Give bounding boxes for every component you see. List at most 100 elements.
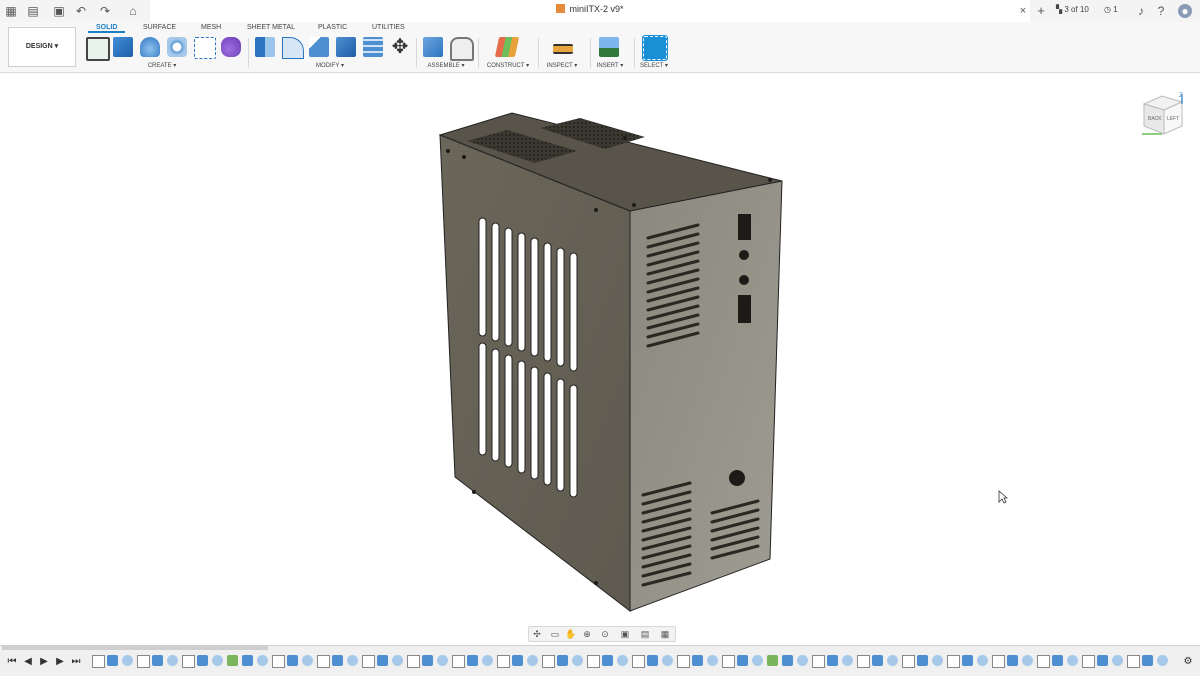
file-icon[interactable]: ▤ — [26, 4, 40, 18]
timeline-feature-icon[interactable] — [887, 655, 898, 666]
timeline-feature-icon[interactable] — [212, 655, 223, 666]
design-mode-button[interactable]: DESIGN ▾ — [8, 27, 76, 67]
go-to-start-icon[interactable]: ⏮ — [6, 656, 18, 668]
timeline-feature-icon[interactable] — [452, 655, 465, 668]
timeline-feature-icon[interactable] — [962, 655, 973, 666]
timeline-feature-icon[interactable] — [872, 655, 883, 666]
timeline-feature-icon[interactable] — [1007, 655, 1018, 666]
shell-icon[interactable] — [336, 37, 356, 57]
tab-sheet-metal[interactable]: SHEET METAL — [247, 24, 295, 31]
modify-group-label[interactable]: MODIFY ▾ — [300, 62, 360, 69]
timeline-feature-icon[interactable] — [287, 655, 298, 666]
timeline-feature-icon[interactable] — [632, 655, 645, 668]
timeline-feature-icon[interactable] — [1097, 655, 1108, 666]
timeline-feature-icon[interactable] — [407, 655, 420, 668]
help-icon[interactable]: ? — [1154, 4, 1168, 18]
timeline-feature-icon[interactable] — [1022, 655, 1033, 666]
timeline-feature-icon[interactable] — [272, 655, 285, 668]
timeline-feature-icon[interactable] — [332, 655, 343, 666]
timeline-feature-icon[interactable] — [902, 655, 915, 668]
timeline-feature-icon[interactable] — [422, 655, 433, 666]
select-group-label[interactable]: SELECT ▾ — [632, 62, 676, 69]
document-tab[interactable]: miniITX-2 v9* × — [150, 0, 1030, 22]
timeline-feature-icon[interactable] — [572, 655, 583, 666]
viewports-icon[interactable]: ▦ — [659, 628, 671, 640]
timeline-feature-icon[interactable] — [692, 655, 703, 666]
construct-group-label[interactable]: CONSTRUCT ▾ — [478, 62, 538, 69]
step-back-icon[interactable]: ◀ — [22, 656, 34, 668]
tab-plastic[interactable]: PLASTIC — [318, 24, 347, 31]
timeline-feature-icon[interactable] — [737, 655, 748, 666]
timeline-feature-icon[interactable] — [1082, 655, 1095, 668]
timeline-feature-icon[interactable] — [587, 655, 600, 668]
timeline-feature-icon[interactable] — [602, 655, 613, 666]
view-cube-icon[interactable]: BACK LEFT Z — [1138, 90, 1186, 138]
timeline-feature-icon[interactable] — [857, 655, 870, 668]
timeline-feature-icon[interactable] — [827, 655, 838, 666]
press-pull-icon[interactable] — [255, 37, 275, 57]
timeline-feature-icon[interactable] — [1067, 655, 1078, 666]
measure-icon[interactable] — [553, 44, 573, 54]
bell-icon[interactable]: ♪ — [1134, 4, 1148, 18]
timeline-feature-icon[interactable] — [947, 655, 960, 668]
redo-icon[interactable]: ↷ — [98, 4, 112, 18]
home-icon[interactable]: ⌂ — [126, 4, 140, 18]
timeline-feature-icon[interactable] — [797, 655, 808, 666]
move-icon[interactable]: ✥ — [390, 37, 410, 57]
avatar-icon[interactable]: ● — [1178, 4, 1192, 18]
chamfer-icon[interactable] — [309, 37, 329, 57]
timeline-feature-icon[interactable] — [467, 655, 478, 666]
timeline-feature-icon[interactable] — [122, 655, 133, 666]
form-icon[interactable] — [221, 37, 241, 57]
timeline-feature-icon[interactable] — [707, 655, 718, 666]
timeline-feature-icon[interactable] — [347, 655, 358, 666]
timeline-feature-icon[interactable] — [167, 655, 178, 666]
timeline-feature-icon[interactable] — [977, 655, 988, 666]
timeline-feature-icon[interactable] — [842, 655, 853, 666]
timeline-feature-icon[interactable] — [647, 655, 658, 666]
timeline-feature-icon[interactable] — [497, 655, 510, 668]
timeline-feature-icon[interactable] — [932, 655, 943, 666]
pan-icon[interactable]: ✋ — [565, 628, 577, 640]
timeline-feature-icon[interactable] — [542, 655, 555, 668]
joint-icon[interactable] — [450, 37, 474, 61]
timeline-feature-icon[interactable] — [662, 655, 673, 666]
timeline-feature-icon[interactable] — [1037, 655, 1050, 668]
timeline-scrollbar[interactable] — [2, 646, 268, 650]
close-tab-icon[interactable]: × — [1016, 4, 1030, 18]
timeline-feature-icon[interactable] — [227, 655, 238, 666]
insert-image-icon[interactable] — [599, 37, 619, 57]
timeline-feature-icon[interactable] — [152, 655, 163, 666]
assemble-group-label[interactable]: ASSEMBLE ▾ — [416, 62, 476, 69]
fillet-icon[interactable] — [282, 37, 304, 59]
timeline-feature-icon[interactable] — [257, 655, 268, 666]
look-at-icon[interactable]: ▭ — [549, 628, 561, 640]
timeline-feature-icon[interactable] — [182, 655, 195, 668]
timeline-feature-icon[interactable] — [1157, 655, 1168, 666]
timeline-feature-icon[interactable] — [812, 655, 825, 668]
tab-surface[interactable]: SURFACE — [143, 24, 176, 31]
timeline-feature-icon[interactable] — [722, 655, 735, 668]
timeline-feature-icon[interactable] — [992, 655, 1005, 668]
display-settings-icon[interactable]: ▣ — [619, 628, 631, 640]
online-status[interactable]: ◷ 1 — [1104, 5, 1118, 14]
select-icon[interactable] — [642, 35, 668, 61]
job-status[interactable]: ▚ 3 of 10 — [1056, 5, 1089, 14]
viewport-canvas[interactable]: BACK LEFT Z — [0, 73, 1200, 645]
timeline-feature-icon[interactable] — [512, 655, 523, 666]
play-icon[interactable]: ▶ — [38, 656, 50, 668]
timeline-feature-icon[interactable] — [1052, 655, 1063, 666]
timeline-feature-icon[interactable] — [437, 655, 448, 666]
revolve-icon[interactable] — [140, 37, 160, 57]
timeline-feature-icon[interactable] — [1112, 655, 1123, 666]
add-tab-icon[interactable]: + — [1034, 4, 1048, 18]
timeline-feature-icon[interactable] — [527, 655, 538, 666]
timeline-feature-icon[interactable] — [92, 655, 105, 668]
timeline-feature-icon[interactable] — [482, 655, 493, 666]
fit-icon[interactable]: ⊙ — [599, 628, 611, 640]
timeline-feature-icon[interactable] — [302, 655, 313, 666]
timeline-feature-icon[interactable] — [752, 655, 763, 666]
go-to-end-icon[interactable]: ⏭ — [70, 656, 82, 668]
create-group-label[interactable]: CREATE ▾ — [130, 62, 194, 69]
timeline-feature-icon[interactable] — [137, 655, 150, 668]
